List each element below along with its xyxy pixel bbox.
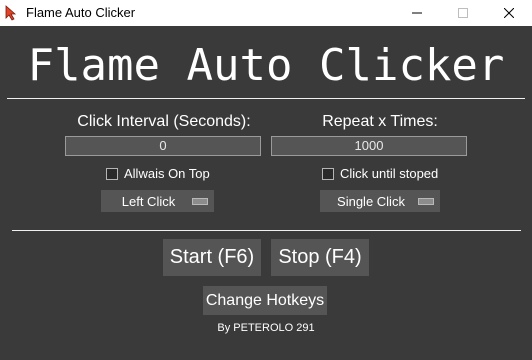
mouse-button-dropdown[interactable]: Left Click (101, 190, 214, 212)
minimize-icon (412, 12, 422, 14)
minimize-button[interactable] (394, 0, 440, 26)
click-until-stopped-checkbox[interactable]: Click until stoped (322, 166, 438, 181)
window-title: Flame Auto Clicker (26, 5, 136, 20)
close-icon (504, 8, 514, 18)
repeat-times-input[interactable]: 1000 (271, 136, 467, 156)
repeat-times-label: Repeat x Times: (322, 113, 438, 130)
stop-button[interactable]: Stop (F4) (271, 239, 369, 276)
title-bar[interactable]: Flame Auto Clicker (0, 0, 532, 26)
dropdown-indicator-icon (192, 197, 208, 205)
dropdown-indicator-icon (418, 197, 434, 205)
main-panel: Flame Auto Clicker Click Interval (Secon… (0, 26, 532, 360)
change-hotkeys-button[interactable]: Change Hotkeys (203, 286, 327, 315)
maximize-button[interactable] (440, 0, 486, 26)
flame-cursor-icon (5, 5, 19, 21)
maximize-icon (458, 8, 468, 18)
app-heading: Flame Auto Clicker (27, 40, 505, 91)
always-on-top-checkbox[interactable]: Allwais On Top (106, 166, 210, 181)
checkbox-box-icon[interactable] (322, 167, 334, 180)
author-credit: By PETEROLO 291 (217, 322, 315, 334)
mouse-button-value: Left Click (121, 193, 176, 209)
bottom-divider (12, 230, 521, 231)
click-interval-label: Click Interval (Seconds): (77, 113, 251, 130)
checkbox-box-icon[interactable] (106, 167, 118, 180)
always-on-top-label: Allwais On Top (124, 166, 210, 181)
close-button[interactable] (486, 0, 532, 26)
top-divider (7, 98, 525, 99)
click-type-value: Single Click (337, 193, 405, 209)
click-until-stopped-label: Click until stoped (340, 166, 439, 181)
click-interval-input[interactable]: 0 (65, 136, 261, 156)
start-button[interactable]: Start (F6) (163, 239, 261, 276)
click-type-dropdown[interactable]: Single Click (320, 190, 440, 212)
